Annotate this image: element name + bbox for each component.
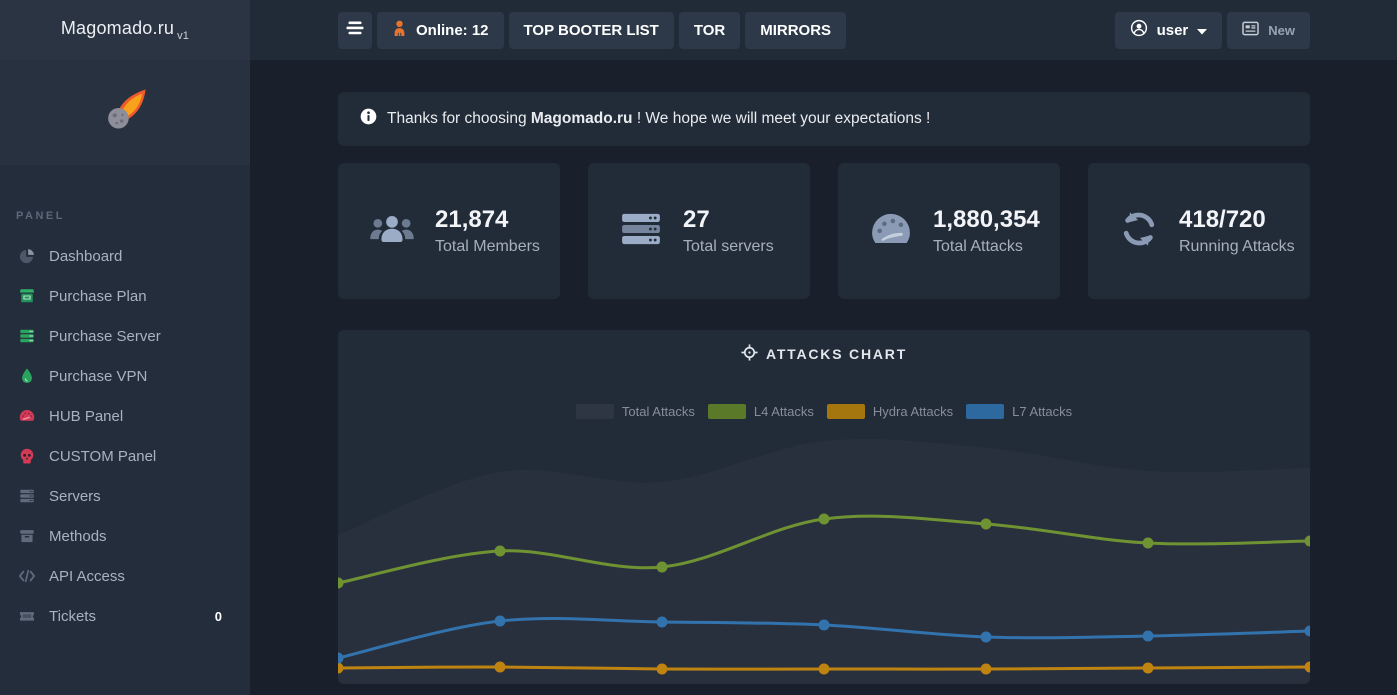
sidebar-toggle-button[interactable] <box>338 12 372 49</box>
sidebar-header: Magomado.ruv1 <box>0 0 250 60</box>
stat-value: 21,874 <box>435 206 540 234</box>
sidebar-item-label: Dashboard <box>49 248 122 265</box>
mirrors-button[interactable]: MIRRORS <box>745 12 846 49</box>
mirrors-label: MIRRORS <box>760 22 831 39</box>
attacks-chart-svg <box>338 330 1310 684</box>
brand-version: v1 <box>177 30 189 42</box>
sidebar-item-hub-panel[interactable]: HUB Panel <box>0 396 250 436</box>
sidebar-item-label: Purchase VPN <box>49 368 147 385</box>
legend-item-l4-attacks[interactable]: L4 Attacks <box>708 404 814 419</box>
logo-banner <box>0 60 250 165</box>
legend-label: Total Attacks <box>622 404 695 419</box>
sidebar-item-label: CUSTOM Panel <box>49 448 156 465</box>
sidebar-item-purchase-server[interactable]: Purchase Server <box>0 316 250 356</box>
sidebar-item-servers[interactable]: Servers <box>0 476 250 516</box>
stat-label: Total Members <box>435 238 540 256</box>
banner-brand: Magomado.ru <box>531 110 633 127</box>
droplet-icon <box>16 367 38 385</box>
stat-card-total-members: 21,874 Total Members <box>338 163 560 299</box>
news-label: New <box>1268 23 1295 38</box>
sidebar-item-label: Purchase Plan <box>49 288 147 305</box>
brand-text: Magomado.ru <box>61 18 174 38</box>
newspaper-icon <box>1242 21 1259 40</box>
chart-legend: Total Attacks L4 Attacks Hydra Attacks L7 A… <box>338 404 1310 419</box>
chart-title: ATTACKS CHART <box>338 344 1310 364</box>
sidebar-item-methods[interactable]: Methods <box>0 516 250 556</box>
top-booter-list-label: TOP BOOTER LIST <box>524 22 659 39</box>
brand-link[interactable]: Magomado.ruv1 <box>61 18 189 42</box>
legend-item-total-attacks[interactable]: Total Attacks <box>576 404 695 419</box>
stat-value: 1,880,354 <box>933 206 1040 234</box>
legend-swatch <box>708 404 746 419</box>
welcome-banner: Thanks for choosing Magomado.ru ! We hop… <box>338 92 1310 146</box>
sidebar-item-purchase-plan[interactable]: Purchase Plan <box>0 276 250 316</box>
servers-icon <box>619 212 663 251</box>
info-circle-icon <box>360 108 377 130</box>
sidebar-item-api-access[interactable]: API Access <box>0 556 250 596</box>
pie-chart-icon <box>16 247 38 265</box>
stat-value: 27 <box>683 206 774 234</box>
legend-swatch <box>966 404 1004 419</box>
sidebar-item-label: Tickets <box>49 608 96 625</box>
box-icon <box>16 527 38 545</box>
sidebar-item-purchase-vpn[interactable]: Purchase VPN <box>0 356 250 396</box>
legend-label: Hydra Attacks <box>873 404 953 419</box>
stat-label: Total servers <box>683 238 774 256</box>
users-icon <box>369 212 415 251</box>
user-circle-icon <box>1130 19 1148 41</box>
sidebar-item-tickets[interactable]: Tickets 0 <box>0 596 250 636</box>
news-button[interactable]: New <box>1227 12 1310 49</box>
tickets-count-badge: 0 <box>215 609 222 624</box>
server-icon <box>16 327 38 345</box>
tor-button[interactable]: TOR <box>679 12 740 49</box>
stat-card-total-servers: 27 Total servers <box>588 163 810 299</box>
sidebar-item-label: Servers <box>49 488 101 505</box>
code-icon <box>16 568 38 584</box>
sidebar-item-label: HUB Panel <box>49 408 123 425</box>
stat-label: Total Attacks <box>933 238 1040 256</box>
ticket-icon <box>16 609 38 623</box>
legend-item-l7-attacks[interactable]: L7 Attacks <box>966 404 1072 419</box>
stat-card-total-attacks: 1,880,354 Total Attacks <box>838 163 1060 299</box>
attacks-chart-card: ATTACKS CHART Total Attacks L4 Attacks Hyd… <box>338 330 1310 684</box>
sidebar-item-dashboard[interactable]: Dashboard <box>0 236 250 276</box>
bars-icon <box>346 21 364 39</box>
server-icon <box>16 487 38 505</box>
chevron-down-icon <box>1197 22 1207 39</box>
comet-icon <box>102 87 148 138</box>
legend-label: L4 Attacks <box>754 404 814 419</box>
chart-title-text: ATTACKS CHART <box>766 346 907 362</box>
sidebar-item-label: Purchase Server <box>49 328 161 345</box>
stat-card-running-attacks: 418/720 Running Attacks <box>1088 163 1310 299</box>
user-menu-label: user <box>1157 22 1189 39</box>
tor-label: TOR <box>694 22 725 39</box>
top-booter-list-button[interactable]: TOP BOOTER LIST <box>509 12 674 49</box>
top-navbar: Online: 12 TOP BOOTER LIST TOR MIRRORS u… <box>250 0 1397 60</box>
sidebar-item-custom-panel[interactable]: CUSTOM Panel <box>0 436 250 476</box>
legend-item-hydra-attacks[interactable]: Hydra Attacks <box>827 404 953 419</box>
sidebar: Magomado.ruv1 PANEL Dashboard <box>0 0 250 695</box>
legend-label: L7 Attacks <box>1012 404 1072 419</box>
stat-label: Running Attacks <box>1179 238 1295 256</box>
sync-icon <box>1119 211 1159 252</box>
sidebar-section-label: PANEL <box>16 210 250 222</box>
stats-row: 21,874 Total Members 27 <box>338 163 1310 299</box>
legend-swatch <box>576 404 614 419</box>
sidebar-item-label: API Access <box>49 568 125 585</box>
legend-swatch <box>827 404 865 419</box>
skull-icon <box>16 447 38 465</box>
online-count-button[interactable]: Online: 12 <box>377 12 504 49</box>
store-icon <box>16 287 38 305</box>
tachometer-icon <box>869 212 913 251</box>
sidebar-item-label: Methods <box>49 528 107 545</box>
stat-value: 418/720 <box>1179 206 1295 234</box>
crosshairs-icon <box>741 344 758 364</box>
gauge-icon <box>16 407 38 425</box>
online-user-icon <box>392 20 407 41</box>
user-menu-button[interactable]: user <box>1115 12 1223 49</box>
online-count-label: Online: 12 <box>416 22 489 39</box>
welcome-banner-text: Thanks for choosing Magomado.ru ! We hop… <box>387 110 930 128</box>
main-content: Thanks for choosing Magomado.ru ! We hop… <box>250 60 1397 695</box>
